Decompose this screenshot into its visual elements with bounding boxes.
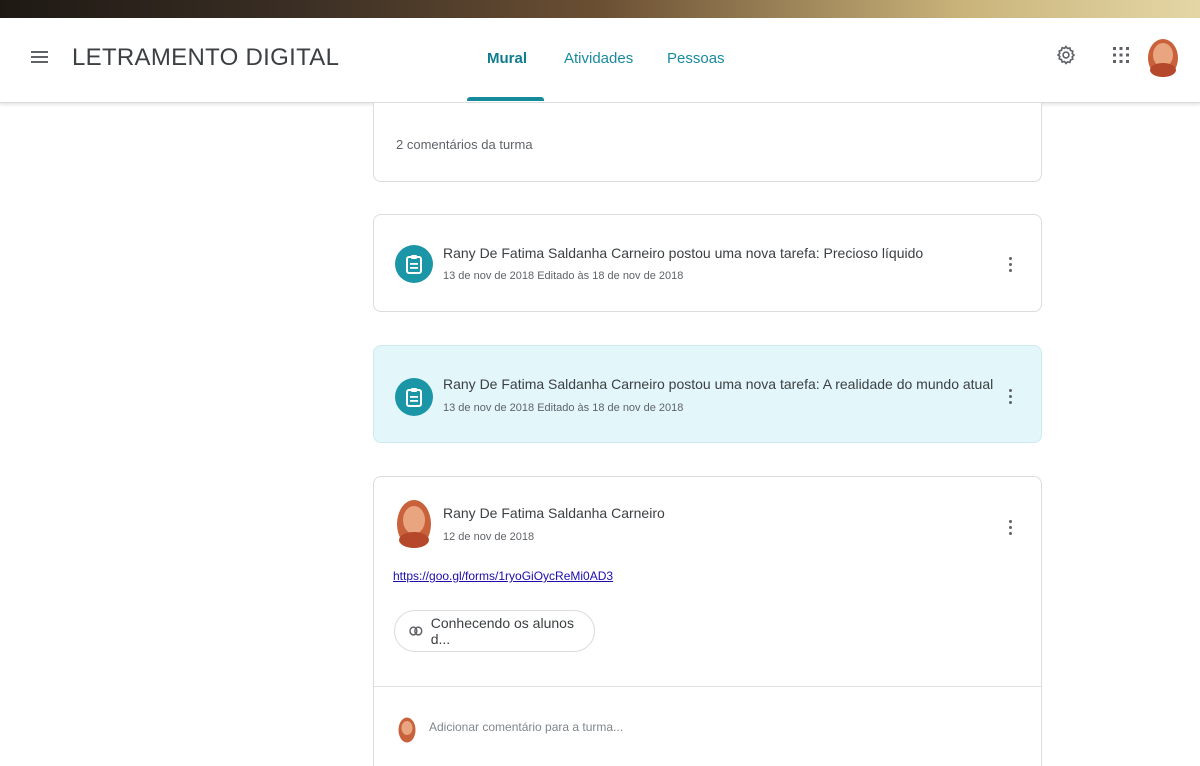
assignment-icon (395, 245, 433, 283)
more-options-icon[interactable] (1001, 515, 1019, 539)
tab-mural[interactable]: Mural (487, 50, 527, 67)
link-icon (409, 626, 423, 636)
post-title: Rany De Fatima Saldanha Carneiro postou … (443, 245, 924, 261)
attachment-chip[interactable]: Conhecendo os alunos d... (394, 610, 595, 652)
post-date: 13 de nov de 2018 Editado às 18 de nov d… (443, 270, 684, 282)
form-link[interactable]: https://goo.gl/forms/1ryoGiOycReMi0AD3 (393, 569, 613, 583)
author-name: Rany De Fatima Saldanha Carneiro (443, 505, 665, 521)
top-app-bar: LETRAMENTO DIGITAL Mural Atividades Pess… (0, 18, 1200, 103)
more-options-icon[interactable] (1001, 252, 1019, 276)
post-title: Rany De Fatima Saldanha Carneiro postou … (443, 376, 994, 392)
user-avatar[interactable] (1147, 38, 1179, 78)
comments-card: 2 comentários da turma (373, 103, 1042, 182)
author-avatar[interactable] (396, 499, 432, 549)
post-date: 13 de nov de 2018 Editado às 18 de nov d… (443, 402, 684, 414)
menu-icon[interactable] (28, 44, 54, 70)
assignment-post-highlighted[interactable]: Rany De Fatima Saldanha Carneiro postou … (373, 345, 1042, 443)
class-comments-count[interactable]: 2 comentários da turma (396, 137, 533, 152)
apps-grid-icon[interactable] (1108, 42, 1134, 68)
more-options-icon[interactable] (1001, 384, 1019, 408)
commenter-avatar (398, 717, 416, 743)
divider (374, 686, 1041, 687)
assignment-post[interactable]: Rany De Fatima Saldanha Carneiro postou … (373, 214, 1042, 312)
active-tab-indicator (467, 97, 544, 101)
class-title: LETRAMENTO DIGITAL (72, 44, 340, 71)
attachment-title: Conhecendo os alunos d... (430, 615, 574, 647)
tab-atividades[interactable]: Atividades (564, 50, 633, 67)
announcement-post: Rany De Fatima Saldanha Carneiro 12 de n… (373, 476, 1042, 766)
class-comment-input[interactable] (429, 720, 989, 734)
tab-pessoas[interactable]: Pessoas (667, 50, 725, 67)
post-date: 12 de nov de 2018 (443, 531, 535, 543)
gear-icon[interactable] (1053, 42, 1079, 68)
top-banner-strip (0, 0, 1200, 18)
assignment-icon (395, 378, 433, 416)
